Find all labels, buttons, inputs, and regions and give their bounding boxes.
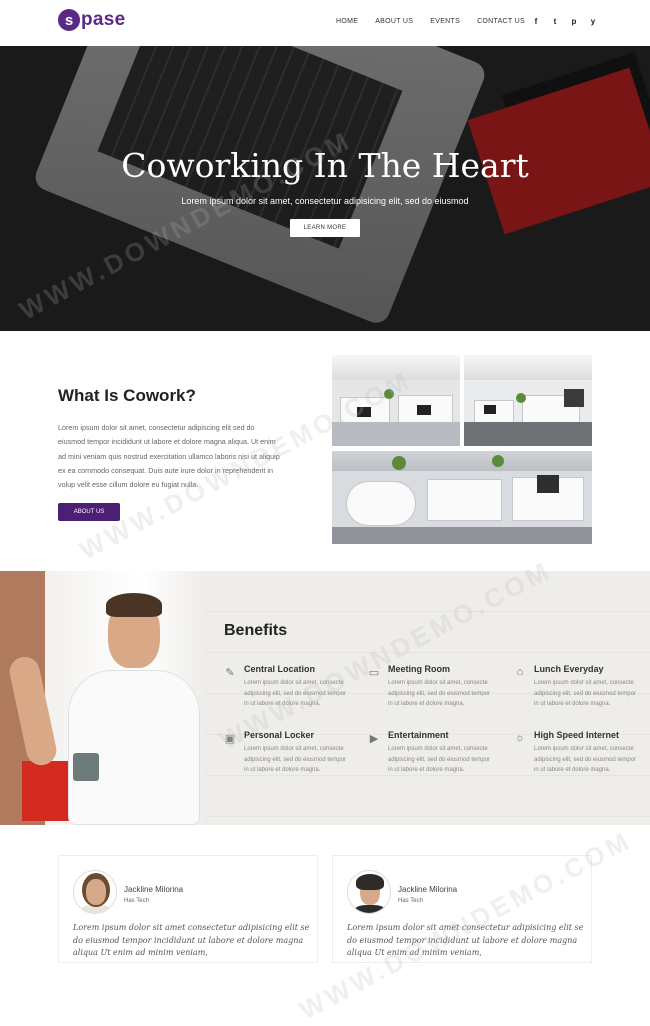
feature-title: Meeting Room (388, 664, 450, 674)
testimonial-quote: Lorem ipsum dolor sit amet consectetur a… (73, 923, 310, 957)
plant (384, 389, 394, 399)
desk (346, 481, 416, 526)
mug (73, 753, 99, 781)
hero-title: Coworking In The Heart (121, 146, 529, 185)
office-photo-2 (464, 355, 592, 446)
feature-title: Lunch Everyday (534, 664, 604, 674)
office-photo-1 (332, 355, 460, 446)
hero-banner: Coworking In The Heart Lorem ipsum dolor… (0, 46, 650, 331)
floor (332, 422, 460, 446)
ceiling (332, 355, 460, 381)
desk (427, 479, 502, 521)
film-icon: ▶ (369, 733, 379, 745)
nav-home[interactable]: HOME (336, 18, 358, 25)
feature-text: Lorem ipsum dolor sit amet, consecte adi… (534, 680, 637, 707)
learn-more-button[interactable]: LEARN MORE (290, 219, 360, 237)
monitor (564, 389, 584, 407)
ceiling (464, 355, 592, 381)
about-title: What Is Cowork? (58, 386, 196, 405)
monitor (417, 405, 431, 415)
testimonial-card: Jackline Milorina Has Tech Lorem ipsum d… (58, 855, 318, 963)
logo-text: pase (81, 9, 126, 30)
social-links: f t p y (532, 17, 597, 26)
ceiling (332, 451, 592, 472)
plant (492, 455, 504, 467)
logo[interactable]: s pase (58, 9, 126, 31)
feature-text: Lorem ipsum dolor sit amet, consecte adi… (388, 680, 491, 707)
locker-icon: ▣ (224, 733, 236, 745)
twitter-icon[interactable]: y (589, 17, 597, 26)
hero-subtitle: Lorem ipsum dolor sit amet, consectetur … (181, 196, 469, 206)
man-shirt (68, 670, 200, 825)
avatar-hair (356, 874, 384, 890)
nav-about-us[interactable]: ABOUT US (375, 18, 413, 25)
logo-mark: s (58, 9, 80, 31)
testimonial-card: Jackline Milorina Has Tech Lorem ipsum d… (332, 855, 592, 963)
about-text: Lorem ipsum dolor sit amet, consectetur … (58, 423, 280, 490)
wifi-icon: ☼ (514, 732, 526, 744)
red-chair (22, 761, 72, 821)
testimonial-name: Jackline Milorina (398, 885, 458, 894)
feature-text: Lorem ipsum dolor sit amet, consecte adi… (244, 746, 347, 773)
site-header: s pase HOME ABOUT US EVENTS CONTACT US f… (0, 0, 650, 46)
avatar-body (354, 905, 386, 913)
basket-icon: ⌂ (516, 666, 524, 678)
avatar (347, 870, 391, 914)
testimonial-name: Jackline Milorina (124, 885, 184, 894)
testimonial-company: Has Tech (124, 898, 149, 904)
facebook-icon[interactable]: f (532, 17, 540, 26)
testimonial-quote: Lorem ipsum dolor sit amet consectetur a… (347, 923, 584, 957)
monitor (484, 405, 496, 414)
plant (392, 456, 406, 470)
office-photo-3 (332, 451, 592, 544)
feature-title: High Speed Internet (534, 730, 620, 740)
feature-text: Lorem ipsum dolor sit amet, consecte adi… (388, 746, 491, 773)
benefits-title: Benefits (224, 622, 288, 639)
nav-contact-us[interactable]: CONTACT US (477, 18, 525, 25)
monitor (357, 407, 371, 417)
hero-overlay (0, 46, 650, 331)
about-us-button[interactable]: ABOUT US (58, 503, 120, 521)
nav-events[interactable]: EVENTS (430, 18, 460, 25)
monitor-icon: ▭ (368, 667, 380, 679)
feature-text: Lorem ipsum dolor sit amet, consecte adi… (534, 746, 637, 773)
feature-text: Lorem ipsum dolor sit amet, consecte adi… (244, 680, 347, 707)
feature-title: Central Location (244, 664, 316, 674)
avatar-face (86, 879, 106, 905)
floor (464, 422, 592, 446)
feature-title: Entertainment (388, 730, 449, 740)
pencil-icon: ✎ (225, 667, 235, 679)
pinterest-icon[interactable]: p (570, 17, 578, 26)
man-hair (106, 593, 162, 617)
plant (516, 393, 526, 403)
avatar (73, 870, 117, 914)
testimonial-company: Has Tech (398, 898, 423, 904)
tumblr-icon[interactable]: t (551, 17, 559, 26)
main-nav: HOME ABOUT US EVENTS CONTACT US (336, 18, 525, 25)
floor (332, 527, 592, 544)
monitor (537, 475, 559, 493)
feature-title: Personal Locker (244, 730, 315, 740)
